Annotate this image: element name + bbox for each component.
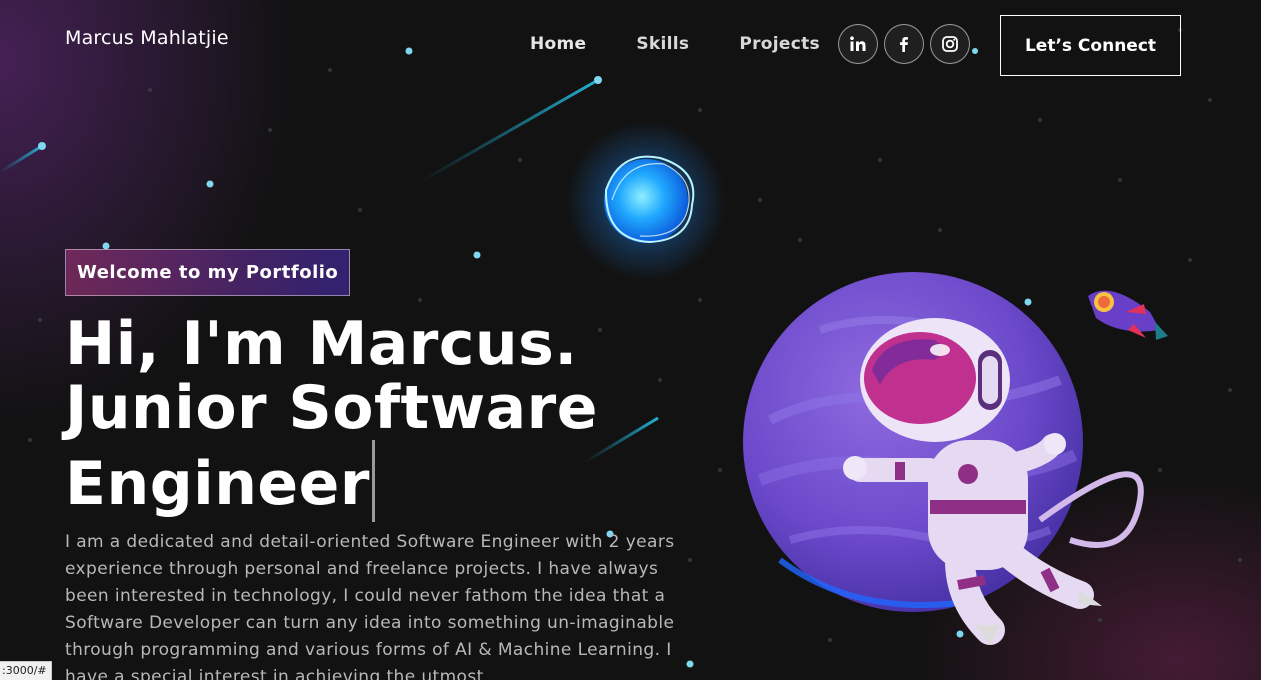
headline-line-last: Engineer (65, 440, 685, 522)
hero-headline: Hi, I'm Marcus. Junior Software Engineer (65, 312, 685, 522)
nav-link-home[interactable]: Home (530, 34, 586, 54)
main-nav: Home Skills Projects (530, 34, 870, 54)
social-links (838, 24, 970, 64)
welcome-tagline: Welcome to my Portfolio (65, 249, 351, 296)
rocket (1088, 290, 1168, 340)
headline-line-text: Engineer (65, 449, 370, 519)
headline-line: Junior Software (65, 373, 598, 443)
facebook-icon (900, 37, 908, 52)
status-bar-url: :3000/# (0, 661, 52, 680)
typing-cursor (371, 440, 375, 522)
linkedin-link[interactable] (838, 24, 878, 64)
brand-name[interactable]: Marcus Mahlatjie (65, 27, 229, 49)
instagram-icon (942, 36, 958, 52)
shooting-star (0, 144, 43, 174)
page: Marcus Mahlatjie Home Skills Projects Le… (0, 0, 1261, 680)
energy-orb (566, 121, 726, 281)
nav-link-projects[interactable]: Projects (739, 34, 820, 54)
lets-connect-button[interactable]: Let’s Connect (1000, 15, 1181, 76)
intro-paragraph: I am a dedicated and detail-oriented Sof… (65, 532, 675, 680)
linkedin-icon (850, 36, 866, 51)
nav-link-skills[interactable]: Skills (636, 34, 689, 54)
instagram-link[interactable] (930, 24, 970, 64)
headline-line: Hi, I'm Marcus. (65, 309, 578, 379)
facebook-link[interactable] (884, 24, 924, 64)
